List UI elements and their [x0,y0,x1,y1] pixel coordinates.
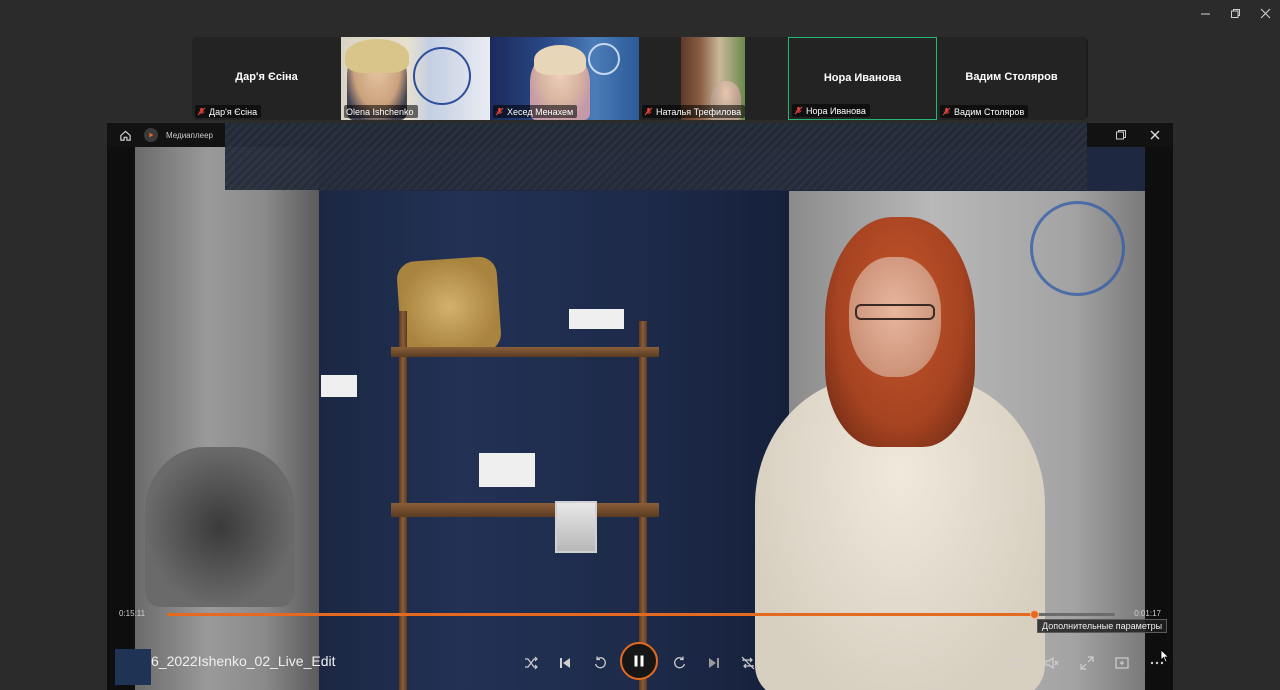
participant-label: Дар'я Єсіна [195,105,262,118]
repeat-off-icon [741,656,755,670]
scene-shelf [391,347,659,357]
elapsed-time: 0:15:11 [119,609,146,618]
presenter-glasses [855,304,935,320]
video-frame[interactable] [135,147,1145,690]
shuffle-icon [525,656,538,670]
participant-tile[interactable]: Дар'я Єсіна Дар'я Єсіна [192,37,341,120]
close-icon [1260,8,1270,18]
restore-button[interactable] [1220,0,1250,26]
media-thumbnail[interactable] [115,649,151,685]
participant-tile[interactable]: Хесед Менахем [490,37,639,120]
skip-next-icon [709,658,719,668]
next-button[interactable] [704,653,724,673]
seek-bar-thumb[interactable] [1029,610,1039,619]
seek-bar[interactable] [167,610,1115,619]
scene-wall-label [321,375,357,397]
participant-label-text: Нора Иванова [806,105,866,116]
close-player-icon[interactable] [1147,127,1163,143]
minimize-icon [1200,13,1210,14]
rewind-10-button[interactable] [590,653,610,673]
participant-tile-active-speaker[interactable]: Нора Иванова Нора Иванова [788,37,937,120]
volume-muted-icon [1045,656,1059,670]
rewind-10-icon [594,656,606,669]
scene-caption-card [569,309,624,329]
cast-icon [1115,657,1129,669]
scene-wall-left [135,147,319,690]
mic-off-icon [495,107,504,116]
play-logo-icon [149,132,154,138]
mic-off-icon [644,107,653,116]
participant-label-text: Хесед Менахем [507,106,574,117]
close-button[interactable] [1250,0,1280,26]
media-player-app-icon [144,128,158,142]
skip-previous-icon [560,658,570,668]
participant-tile[interactable]: Наталья Трефилова [639,37,788,120]
participant-name: Нора Иванова [823,72,902,84]
participant-name: Вадим Столяров [965,71,1058,83]
participant-video-hair [534,45,586,75]
previous-button[interactable] [555,653,575,673]
participant-label: Olena Ishchenko [344,105,418,118]
participants-strip: Дар'я Єсіна Дар'я Єсіна Olena Ishchenko [192,37,1088,120]
zoom-meeting-window: Дар'я Єсіна Дар'я Єсіна Olena Ishchenko [0,0,1280,690]
screen-share-overlay [225,123,1087,190]
media-file-title: 6_2022Ishenko_02_Live_Edit [151,653,336,669]
shared-screen: Медиаплеер 0:15:11 0:01:17 Дополнительны… [107,123,1173,690]
scene-pillow [395,255,503,358]
scene-photo-helmet [145,447,295,607]
participant-label: Наталья Трефилова [642,105,746,118]
pause-icon [634,655,644,667]
participant-tile[interactable]: Olena Ishchenko [341,37,490,120]
scene-old-photo [555,501,597,553]
participant-label: Вадим Столяров [940,105,1029,118]
more-options-tooltip: Дополнительные параметры [1037,619,1168,633]
cast-button[interactable] [1112,653,1132,673]
seek-bar-progress [167,613,1035,616]
participant-label-text: Дар'я Єсіна [209,106,258,117]
remaining-time: 0:01:17 [1134,609,1161,618]
participant-label-text: Olena Ishchenko [346,106,414,117]
participant-label: Нора Иванова [792,104,870,117]
participant-tile[interactable]: Вадим Столяров Вадим Столяров [937,37,1086,120]
shuffle-button[interactable] [521,653,541,673]
scene-emblem [1030,201,1125,296]
forward-30-icon [674,656,686,669]
volume-button[interactable] [1042,653,1062,673]
participant-label-text: Наталья Трефилова [656,106,742,117]
participant-video-hair [345,39,409,73]
participant-label-text: Вадим Столяров [954,106,1025,117]
participant-name: Дар'я Єсіна [235,71,298,83]
miniplayer-button[interactable] [1008,653,1028,673]
joint-logo [588,43,620,75]
mic-off-icon [197,107,206,116]
home-icon [119,130,131,141]
miniplayer-icon [1011,658,1025,668]
media-player-app-title: Медиаплеер [166,130,213,140]
window-controls [1190,0,1280,26]
forward-30-button[interactable] [670,653,690,673]
mouse-cursor-icon [1160,649,1170,663]
participant-label: Хесед Менахем [493,105,578,118]
pause-button[interactable] [620,642,658,680]
fullscreen-icon [1080,656,1094,670]
scene-caption-card [479,453,535,487]
menorah-logo [413,47,471,105]
home-button[interactable] [116,126,134,144]
scene-shelf [391,503,659,517]
mic-off-icon [942,107,951,116]
repeat-off-button[interactable] [738,653,758,673]
mic-off-icon [794,106,803,115]
restore-icon [1230,8,1240,18]
scene-shelf-post [399,311,407,690]
restore-window-icon[interactable] [1115,129,1127,141]
fullscreen-button[interactable] [1077,653,1097,673]
minimize-button[interactable] [1190,0,1220,26]
